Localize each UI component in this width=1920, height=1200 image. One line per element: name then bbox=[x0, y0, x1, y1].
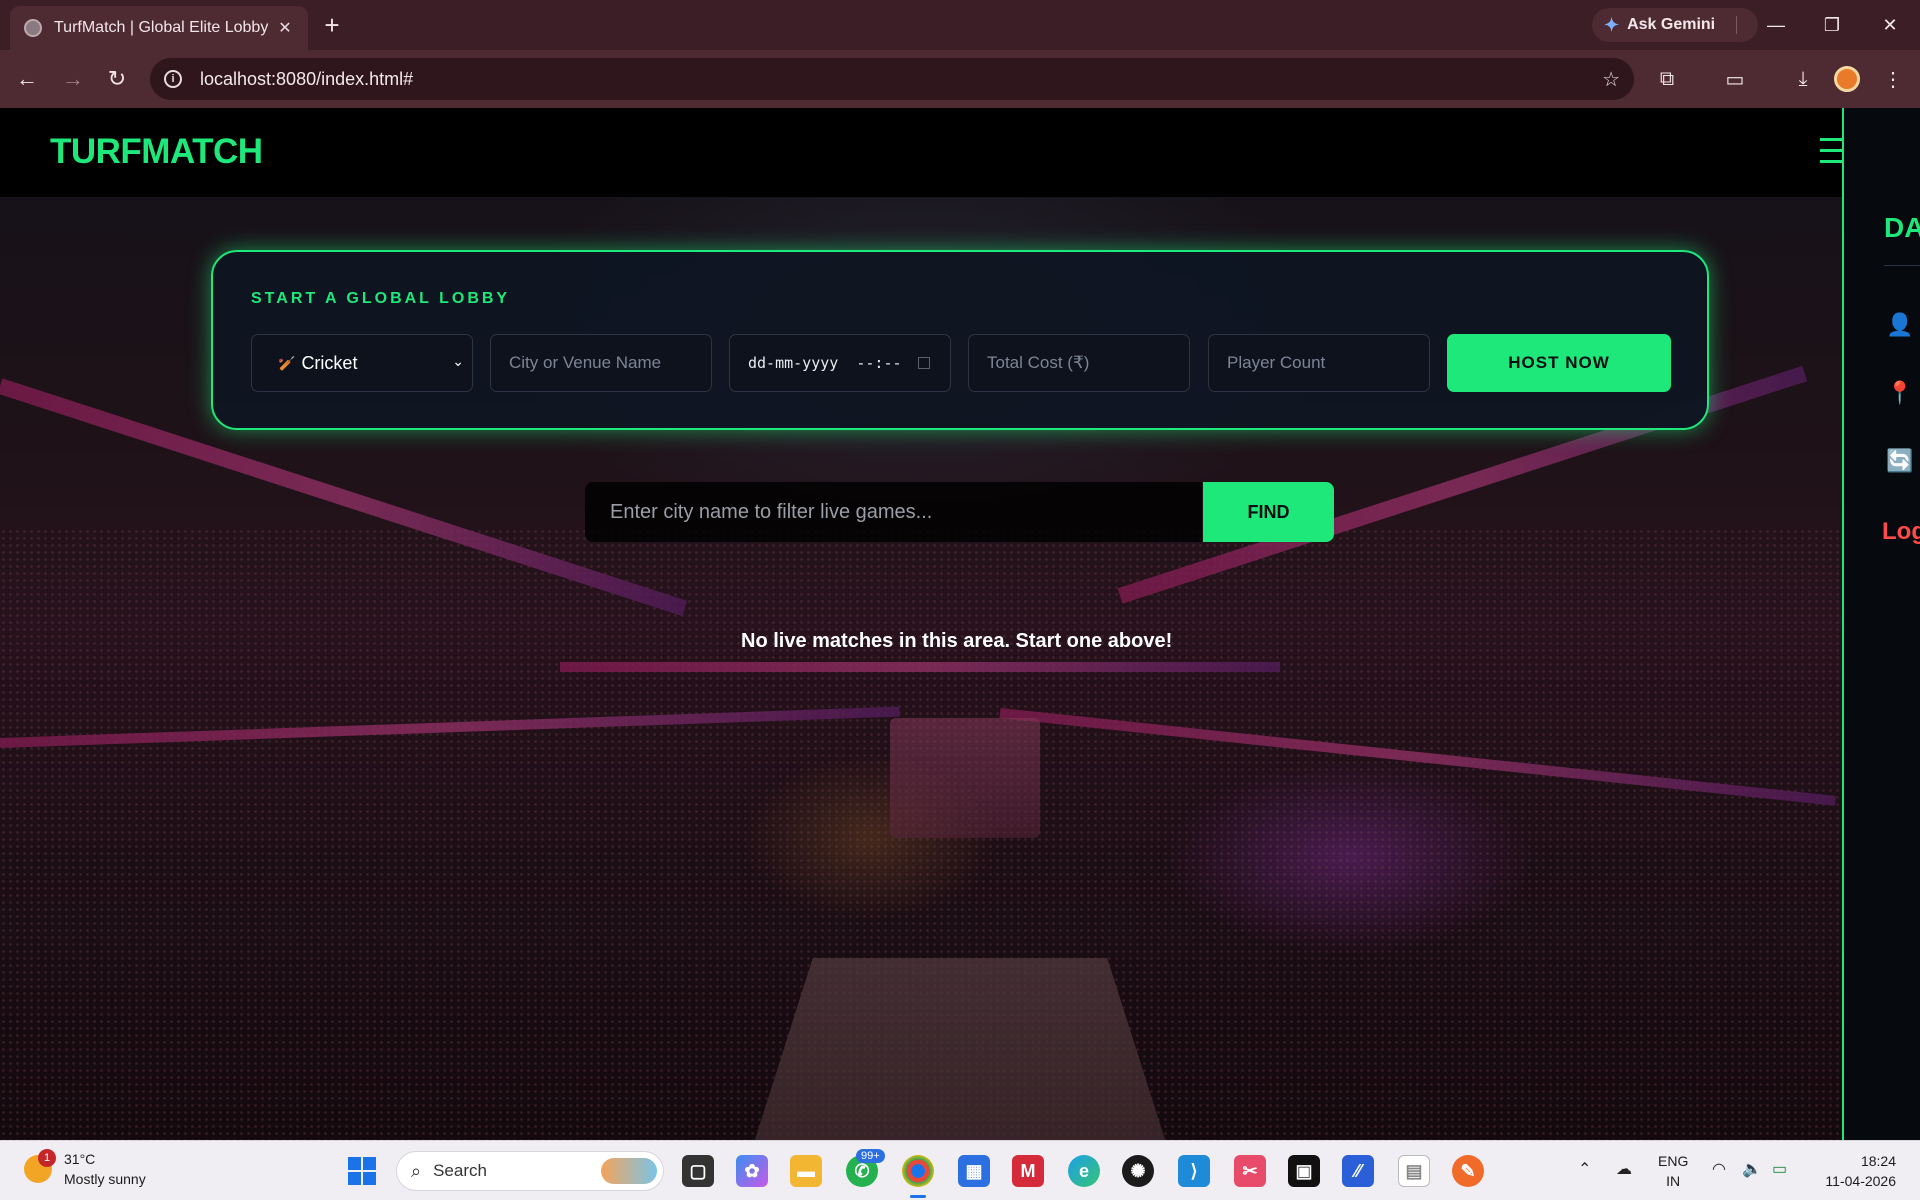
search-highlight-image bbox=[601, 1158, 657, 1184]
weather-badge: 1 bbox=[38, 1149, 56, 1167]
no-matches-message: No live matches in this area. Start one … bbox=[741, 630, 1173, 652]
store-icon[interactable]: ▦ bbox=[958, 1155, 990, 1187]
datetime-placeholder: dd-mm-yyyy --:-- bbox=[748, 354, 902, 372]
snipping-tool-icon[interactable]: ✂ bbox=[1234, 1155, 1266, 1187]
back-icon[interactable]: ← bbox=[12, 64, 42, 94]
notepad-icon[interactable]: ▤ bbox=[1398, 1155, 1430, 1187]
reload-icon[interactable]: ↻ bbox=[102, 64, 132, 94]
vscode-icon[interactable]: ⟩ bbox=[1178, 1155, 1210, 1187]
clock-date: 11-04-2026 bbox=[1825, 1173, 1896, 1189]
datetime-input[interactable]: dd-mm-yyyy --:-- bbox=[729, 334, 951, 392]
host-lobby-card: START A GLOBAL LOBBY 🏏 Cricket ⌄ City or… bbox=[211, 250, 1709, 430]
language-code: ENG bbox=[1658, 1153, 1689, 1169]
site-info-icon[interactable]: i bbox=[164, 70, 182, 88]
weather-temp: 31°C bbox=[64, 1151, 96, 1167]
browser-tab-bar: TurfMatch | Global Elite Lobby ✕ + ✦ Ask… bbox=[0, 0, 1920, 50]
side-panel-divider bbox=[1884, 265, 1920, 266]
host-now-button[interactable]: HOST NOW bbox=[1447, 334, 1671, 392]
postman-icon[interactable]: ✎ bbox=[1452, 1155, 1484, 1187]
cricket-bat-icon: 🏏 bbox=[278, 354, 296, 371]
edge-icon[interactable]: e bbox=[1068, 1155, 1100, 1187]
hamburger-menu-icon[interactable] bbox=[1820, 138, 1842, 168]
player-count-placeholder: Player Count bbox=[1227, 353, 1326, 372]
wifi-icon[interactable]: ◠ bbox=[1712, 1159, 1726, 1179]
forward-icon[interactable]: → bbox=[58, 64, 88, 94]
intellij-icon[interactable]: ▣ bbox=[1288, 1155, 1320, 1187]
browser-tab[interactable]: TurfMatch | Global Elite Lobby ✕ bbox=[10, 6, 308, 50]
task-view-icon[interactable]: ▢ bbox=[682, 1155, 714, 1187]
chrome-icon[interactable] bbox=[902, 1155, 934, 1187]
chevron-down-icon: ⌄ bbox=[452, 353, 464, 369]
web-page: TURFMATCH START A GLOBAL LOBBY 🏏 Cricket… bbox=[0, 108, 1920, 1140]
taskbar-search-label: Search bbox=[433, 1161, 487, 1180]
weather-desc: Mostly sunny bbox=[64, 1171, 146, 1187]
total-cost-input[interactable]: Total Cost (₹) bbox=[968, 334, 1190, 392]
windows-start-icon[interactable] bbox=[348, 1157, 376, 1185]
mcafee-icon[interactable]: M bbox=[1012, 1155, 1044, 1187]
menu-dots-icon[interactable]: ⋮ bbox=[1878, 64, 1908, 94]
taskbar-search[interactable]: ⌕ Search bbox=[396, 1151, 664, 1191]
refresh-icon[interactable]: 🔄 bbox=[1886, 448, 1913, 474]
chatgpt-icon[interactable]: ✺ bbox=[1122, 1155, 1154, 1187]
minimize-button[interactable]: — bbox=[1756, 8, 1796, 42]
cloud-off-icon[interactable]: ☁ bbox=[1616, 1159, 1632, 1179]
city-venue-input[interactable]: City or Venue Name bbox=[490, 334, 712, 392]
city-filter-input[interactable]: Enter city name to filter live games... bbox=[585, 482, 1202, 542]
profile-avatar[interactable] bbox=[1834, 66, 1860, 92]
address-bar[interactable]: i localhost:8080/index.html# ☆ bbox=[150, 58, 1634, 100]
clock-time: 18:24 bbox=[1860, 1153, 1896, 1169]
sport-select[interactable]: 🏏 Cricket ⌄ bbox=[251, 334, 473, 392]
city-filter-placeholder: Enter city name to filter live games... bbox=[610, 500, 933, 523]
ask-gemini-label: Ask Gemini bbox=[1627, 16, 1716, 33]
copilot-icon[interactable]: ✿ bbox=[736, 1155, 768, 1187]
city-venue-placeholder: City or Venue Name bbox=[509, 353, 662, 372]
tabbar-divider bbox=[1736, 16, 1737, 34]
windows-taskbar: 1 31°C Mostly sunny ⌕ Search ▢ ✿ ▬ ✆ 99+… bbox=[0, 1140, 1920, 1200]
bookmark-star-icon[interactable]: ☆ bbox=[1602, 67, 1620, 92]
top-navbar: TURFMATCH bbox=[0, 108, 1842, 198]
file-explorer-icon[interactable]: ▬ bbox=[790, 1155, 822, 1187]
chrome-active-indicator bbox=[910, 1195, 926, 1198]
close-window-button[interactable]: ✕ bbox=[1870, 8, 1910, 42]
cast-icon[interactable]: ▭ bbox=[1720, 64, 1750, 94]
calendar-icon[interactable] bbox=[918, 357, 930, 369]
globe-icon bbox=[24, 19, 42, 37]
player-count-input[interactable]: Player Count bbox=[1208, 334, 1430, 392]
gemini-sparkle-icon: ✦ bbox=[1604, 14, 1620, 35]
restore-button[interactable]: ❐ bbox=[1812, 8, 1852, 42]
total-cost-placeholder: Total Cost (₹) bbox=[987, 353, 1090, 372]
azure-studio-icon[interactable]: ⁄⁄ bbox=[1342, 1155, 1374, 1187]
search-icon: ⌕ bbox=[411, 1160, 422, 1181]
turfmatch-logo[interactable]: TURFMATCH bbox=[50, 132, 263, 172]
user-icon[interactable]: 👤 bbox=[1886, 312, 1913, 338]
dashboard-heading: DA bbox=[1884, 212, 1920, 243]
weather-sun-icon: 1 bbox=[24, 1149, 56, 1183]
language-region: IN bbox=[1666, 1173, 1681, 1189]
lobby-card-title: START A GLOBAL LOBBY bbox=[251, 290, 511, 307]
language-indicator[interactable]: ENG IN bbox=[1658, 1151, 1688, 1191]
sport-select-value: Cricket bbox=[301, 352, 358, 373]
tab-title: TurfMatch | Global Elite Lobby bbox=[54, 19, 269, 36]
download-icon[interactable]: ⤓ bbox=[1788, 64, 1818, 94]
volume-icon[interactable]: 🔈 bbox=[1742, 1159, 1762, 1179]
new-tab-button[interactable]: + bbox=[318, 12, 346, 40]
logout-link[interactable]: Log bbox=[1882, 518, 1920, 546]
location-pin-icon[interactable]: 📍 bbox=[1886, 380, 1913, 406]
find-button[interactable]: FIND bbox=[1203, 482, 1334, 542]
whatsapp-badge: 99+ bbox=[856, 1149, 885, 1163]
side-dashboard-panel: DA 👤 📍 🔄 Log bbox=[1842, 108, 1920, 1140]
close-tab-icon[interactable]: ✕ bbox=[274, 17, 296, 39]
weather-widget[interactable]: 1 31°C Mostly sunny bbox=[24, 1149, 146, 1189]
url-text: localhost:8080/index.html# bbox=[200, 68, 414, 89]
ask-gemini-button[interactable]: ✦ Ask Gemini bbox=[1592, 8, 1758, 42]
browser-toolbar: ← → ↻ i localhost:8080/index.html# ☆ ⧉ ▭… bbox=[0, 50, 1920, 108]
system-clock[interactable]: 18:24 11-04-2026 bbox=[1816, 1151, 1896, 1191]
extensions-icon[interactable]: ⧉ bbox=[1652, 64, 1682, 94]
battery-icon[interactable]: ▭ bbox=[1772, 1159, 1787, 1179]
show-hidden-icons-chevron[interactable]: ⌃ bbox=[1578, 1159, 1591, 1179]
